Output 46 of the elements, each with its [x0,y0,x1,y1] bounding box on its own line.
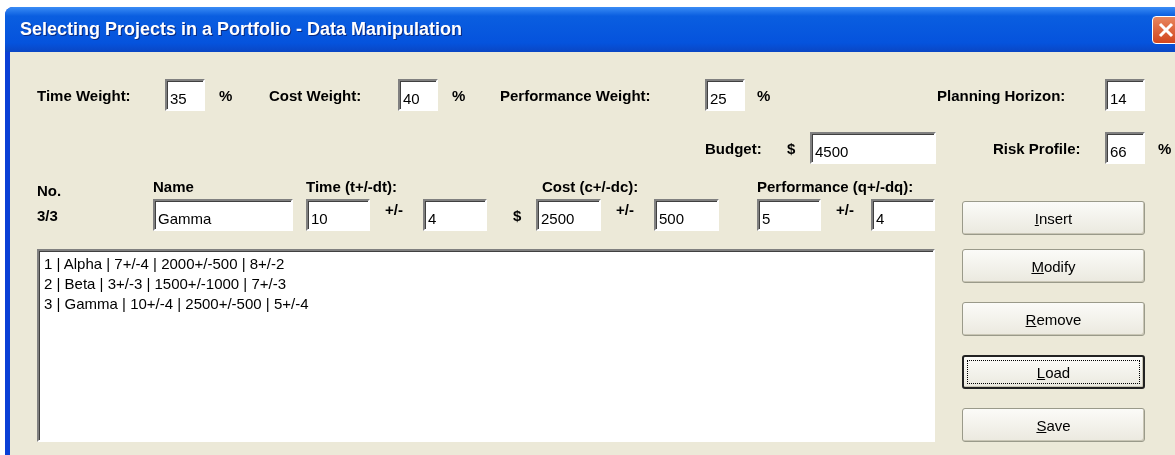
percent-label: % [1158,139,1172,157]
budget-field[interactable]: 4500 [810,132,936,164]
planning-horizon-field[interactable]: 14 [1105,79,1145,111]
action-button[interactable]: Remove [962,302,1145,336]
value-field[interactable]: 2500 [536,199,601,231]
budget-label: Budget: [705,139,763,157]
plus-minus-label: +/- [616,200,635,218]
list-item[interactable]: 1 | Alpha | 7+/-4 | 2000+/-500 | 8+/-2 [44,254,928,274]
weight-field[interactable]: 35 [165,79,205,111]
risk-profile-label: Risk Profile: [993,139,1082,157]
planning-horizon-label: Planning Horizon: [937,86,1067,104]
percent-label: % [452,86,467,104]
record-counter: 3/3 [37,207,59,224]
delta-field[interactable]: 4 [871,199,935,231]
value-field[interactable]: 10 [306,199,370,231]
insert-button[interactable]: Insert [962,201,1145,235]
number-header: No. [37,182,63,199]
risk-profile-field[interactable]: 66 [1105,132,1145,164]
window-title: Selecting Projects in a Portfolio - Data Manipulation [20,19,463,40]
weight-label: Performance Weight: [500,86,652,104]
column-header: Name [153,178,195,195]
action-button[interactable]: Save [962,408,1145,442]
delta-field[interactable]: 4 [423,199,487,231]
action-button[interactable]: Modify [962,249,1145,283]
plus-minus-label: +/- [836,200,855,218]
list-item[interactable]: 2 | Beta | 3+/-3 | 1500+/-1000 | 7+/-3 [44,274,928,294]
plus-minus-label: +/- [385,200,404,218]
weight-field[interactable]: 40 [398,79,438,111]
column-header: Performance (q+/-dq): [757,178,915,195]
action-button[interactable]: Load [962,355,1145,389]
name-field[interactable]: Gamma [153,199,293,231]
currency-label: $ [513,206,523,224]
close-icon [1158,21,1174,38]
project-list[interactable]: 1 | Alpha | 7+/-4 | 2000+/-500 | 8+/-2 2 | Beta | 3+/-3 | 1500+/-1000 | 7+/-3 3 | Gamma | 10+/-4 | 2500+/-500 | 5+/-4 [37,249,935,442]
close-button[interactable] [1152,15,1175,44]
currency-label: $ [787,139,797,157]
column-header: Time (t+/-dt): [306,178,398,195]
weight-field[interactable]: 25 [705,79,745,111]
list-item[interactable]: 3 | Gamma | 10+/-4 | 2500+/-500 | 5+/-4 [44,294,928,314]
value-field[interactable]: 5 [757,199,821,231]
weight-label: Time Weight: [37,86,132,104]
column-header: Cost (c+/-dc): [542,178,640,195]
delta-field[interactable]: 500 [654,199,719,231]
weight-label: Cost Weight: [269,86,363,104]
percent-label: % [757,86,772,104]
percent-label: % [219,86,234,104]
